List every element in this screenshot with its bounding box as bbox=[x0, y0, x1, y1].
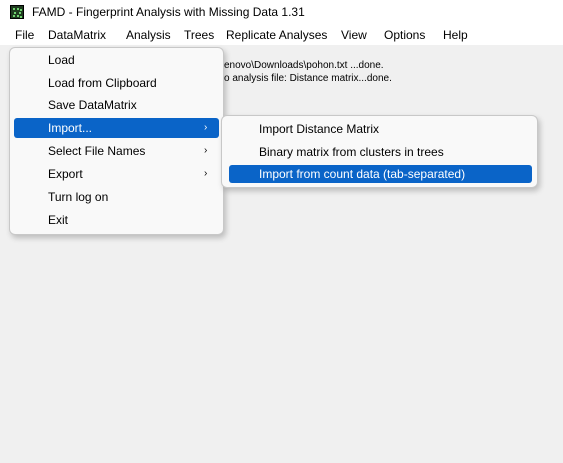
menu-item-label: Import from count data (tab-separated) bbox=[259, 167, 466, 181]
menu-help[interactable]: Help bbox=[442, 27, 469, 43]
menu-item-label: Load bbox=[48, 53, 75, 67]
menu-options[interactable]: Options bbox=[383, 27, 426, 43]
menu-analysis[interactable]: Analysis bbox=[125, 27, 172, 43]
log-line: enovo\Downloads\pohon.txt ...done. bbox=[224, 60, 384, 71]
menu-item-label: Select File Names bbox=[48, 144, 146, 158]
menu-item-exit[interactable]: Exit bbox=[14, 210, 219, 230]
menu-item-binary-matrix-from-clusters[interactable]: Binary matrix from clusters in trees bbox=[229, 142, 532, 162]
menu-trees[interactable]: Trees bbox=[183, 27, 215, 43]
menu-datamatrix[interactable]: DataMatrix bbox=[47, 27, 107, 43]
menu-item-import[interactable]: Import... › bbox=[14, 118, 219, 138]
chevron-right-icon: › bbox=[204, 168, 208, 179]
menu-item-select-file-names[interactable]: Select File Names › bbox=[14, 141, 219, 161]
title-bar: FAMD - Fingerprint Analysis with Missing… bbox=[0, 0, 563, 24]
menu-item-label: Load from Clipboard bbox=[48, 76, 157, 90]
menu-bar: File DataMatrix Analysis Trees Replicate… bbox=[0, 24, 563, 45]
menu-item-label: Save DataMatrix bbox=[48, 98, 137, 112]
menu-item-label: Import... bbox=[48, 121, 93, 135]
menu-item-load-from-clipboard[interactable]: Load from Clipboard bbox=[14, 73, 219, 93]
menu-item-label: Turn log on bbox=[48, 190, 109, 204]
menu-item-label: Exit bbox=[48, 213, 69, 227]
menu-item-export[interactable]: Export › bbox=[14, 164, 219, 184]
chevron-right-icon: › bbox=[204, 122, 208, 133]
menu-item-label: Binary matrix from clusters in trees bbox=[259, 145, 444, 159]
menu-view[interactable]: View bbox=[340, 27, 368, 43]
menu-item-turn-log-on[interactable]: Turn log on bbox=[14, 187, 219, 207]
chevron-right-icon: › bbox=[204, 145, 208, 156]
window-title: FAMD - Fingerprint Analysis with Missing… bbox=[32, 5, 305, 19]
menu-file[interactable]: File bbox=[14, 27, 35, 43]
log-line: o analysis file: Distance matrix...done. bbox=[224, 73, 392, 84]
menu-item-import-distance-matrix[interactable]: Import Distance Matrix bbox=[229, 119, 532, 139]
datamatrix-menu: Load Load from Clipboard Save DataMatrix… bbox=[9, 47, 224, 235]
menu-item-label: Import Distance Matrix bbox=[259, 122, 380, 136]
menu-replicate-analyses[interactable]: Replicate Analyses bbox=[225, 27, 328, 43]
menu-item-label: Export bbox=[48, 167, 83, 181]
import-submenu: Import Distance Matrix Binary matrix fro… bbox=[221, 115, 538, 188]
menu-item-load[interactable]: Load bbox=[14, 50, 219, 70]
menu-item-import-from-count-data[interactable]: Import from count data (tab-separated) bbox=[229, 165, 532, 183]
menu-item-save-datamatrix[interactable]: Save DataMatrix bbox=[14, 95, 219, 115]
app-icon[interactable] bbox=[10, 5, 24, 19]
